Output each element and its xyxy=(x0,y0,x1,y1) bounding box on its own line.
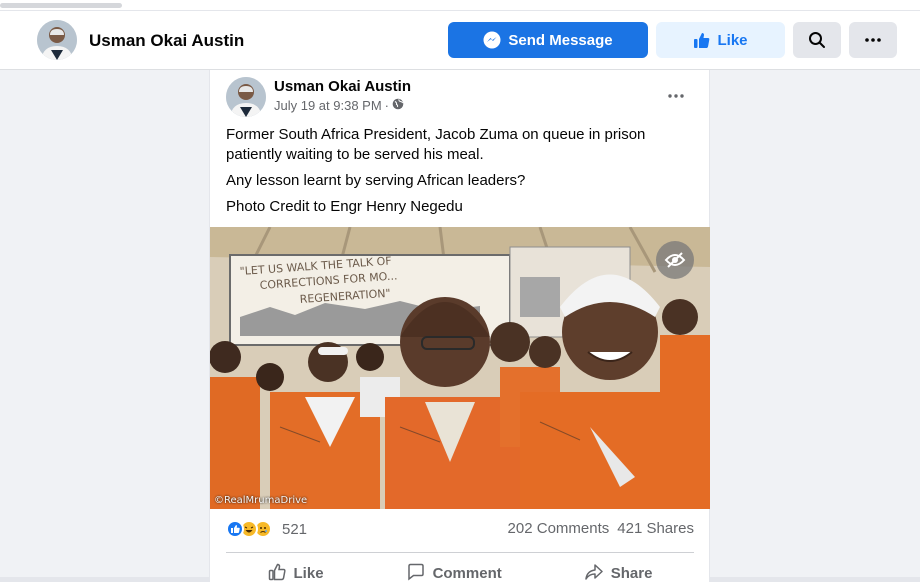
more-options-button[interactable] xyxy=(849,22,897,58)
bottom-segment xyxy=(710,577,920,582)
bottom-strip xyxy=(0,577,920,582)
messenger-icon xyxy=(483,31,501,49)
horizontal-scrollbar[interactable] xyxy=(0,3,122,8)
like-page-label: Like xyxy=(717,31,748,49)
reaction-count[interactable]: 521 xyxy=(282,521,307,538)
comments-count[interactable]: 202 Comments xyxy=(508,520,610,537)
top-strip xyxy=(0,0,920,10)
post-body: Former South Africa President, Jacob Zum… xyxy=(226,125,696,223)
post-timestamp[interactable]: July 19 at 9:38 PM xyxy=(274,98,382,113)
post-options-button[interactable] xyxy=(660,82,692,106)
photo-illustration: "LET US WALK THE TALK OF CORRECTIONS FOR… xyxy=(210,227,710,509)
meta-separator: · xyxy=(384,98,390,113)
more-horizontal-icon xyxy=(668,85,684,103)
search-button[interactable] xyxy=(793,22,841,58)
hide-image-button[interactable] xyxy=(656,241,694,279)
post-photo[interactable]: "LET US WALK THE TALK OF CORRECTIONS FOR… xyxy=(210,227,710,509)
post-paragraph: Photo Credit to Engr Henry Negedu xyxy=(226,198,463,215)
eye-off-icon xyxy=(664,249,686,271)
send-message-label: Send Message xyxy=(508,31,613,49)
globe-icon xyxy=(392,98,404,113)
search-icon xyxy=(808,31,826,49)
post-author-avatar[interactable] xyxy=(226,77,266,117)
reaction-summary[interactable]: 521 xyxy=(226,520,307,538)
page-avatar[interactable] xyxy=(37,20,77,60)
post-stats: 521 202 Comments 421 Shares xyxy=(226,520,694,542)
thumbs-up-icon xyxy=(693,32,710,49)
like-page-button[interactable]: Like xyxy=(656,22,785,58)
post-author-name[interactable]: Usman Okai Austin xyxy=(274,78,411,95)
actions-divider xyxy=(226,552,694,553)
photo-watermark: ©RealMrumaDrive xyxy=(214,495,308,506)
post-card: Usman Okai Austin July 19 at 9:38 PM · F… xyxy=(209,70,710,582)
bottom-segment xyxy=(0,577,210,582)
post-paragraph: Former South Africa President, Jacob Zum… xyxy=(226,126,646,163)
send-message-button[interactable]: Send Message xyxy=(448,22,648,58)
page-title[interactable]: Usman Okai Austin xyxy=(89,31,244,51)
post-meta: July 19 at 9:38 PM · xyxy=(274,98,404,113)
more-horizontal-icon xyxy=(865,38,881,42)
engagement-counts: 202 Comments 421 Shares xyxy=(500,520,694,537)
post-paragraph: Any lesson learnt by serving African lea… xyxy=(226,172,526,189)
shares-count[interactable]: 421 Shares xyxy=(617,520,694,537)
like-reaction-icon xyxy=(226,520,244,538)
page-header: Usman Okai Austin Send Message Like xyxy=(0,10,920,70)
